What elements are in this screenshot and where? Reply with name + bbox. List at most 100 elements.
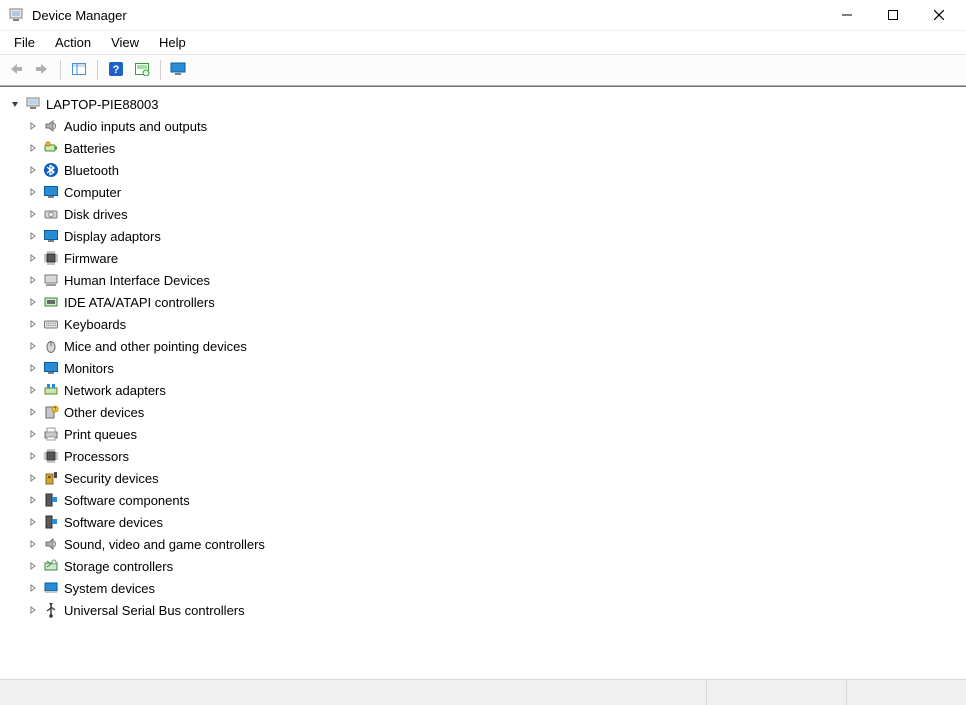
toolbar-scan-button[interactable] bbox=[130, 58, 154, 82]
tree-root-node[interactable]: LAPTOP-PIE88003 bbox=[4, 93, 962, 115]
monitor-icon bbox=[42, 183, 60, 201]
chevron-down-icon[interactable] bbox=[8, 97, 22, 111]
processor-icon bbox=[42, 447, 60, 465]
tree-node[interactable]: Batteries bbox=[26, 137, 962, 159]
tree-node-label: Human Interface Devices bbox=[64, 273, 210, 288]
chevron-right-icon[interactable] bbox=[26, 581, 40, 595]
tree-node[interactable]: Display adaptors bbox=[26, 225, 962, 247]
tree-node[interactable]: Software devices bbox=[26, 511, 962, 533]
toolbar: ? bbox=[0, 54, 966, 86]
tree-node[interactable]: Universal Serial Bus controllers bbox=[26, 599, 962, 621]
status-bar bbox=[0, 679, 966, 705]
tree-node[interactable]: ? Other devices bbox=[26, 401, 962, 423]
chevron-right-icon[interactable] bbox=[26, 251, 40, 265]
tree-node[interactable]: Mice and other pointing devices bbox=[26, 335, 962, 357]
tree-node-label: Network adapters bbox=[64, 383, 166, 398]
tree-node-label: Keyboards bbox=[64, 317, 126, 332]
tree-root-label: LAPTOP-PIE88003 bbox=[46, 97, 159, 112]
chevron-right-icon[interactable] bbox=[26, 273, 40, 287]
tree-node-label: Audio inputs and outputs bbox=[64, 119, 207, 134]
disk-icon bbox=[42, 205, 60, 223]
tree-node[interactable]: Bluetooth bbox=[26, 159, 962, 181]
ide-icon bbox=[42, 293, 60, 311]
chevron-right-icon[interactable] bbox=[26, 537, 40, 551]
toolbar-separator bbox=[160, 60, 161, 80]
tree-node[interactable]: Storage controllers bbox=[26, 555, 962, 577]
printer-icon bbox=[42, 425, 60, 443]
chevron-right-icon[interactable] bbox=[26, 229, 40, 243]
monitor-icon bbox=[170, 62, 188, 79]
chevron-right-icon[interactable] bbox=[26, 185, 40, 199]
menu-action[interactable]: Action bbox=[45, 33, 101, 52]
tree-node[interactable]: Processors bbox=[26, 445, 962, 467]
tree-node[interactable]: System devices bbox=[26, 577, 962, 599]
chevron-right-icon[interactable] bbox=[26, 163, 40, 177]
tree-node-label: Mice and other pointing devices bbox=[64, 339, 247, 354]
toolbar-show-hide-button[interactable] bbox=[67, 58, 91, 82]
scan-hardware-icon bbox=[134, 62, 150, 79]
tree-node-label: Firmware bbox=[64, 251, 118, 266]
chevron-right-icon[interactable] bbox=[26, 317, 40, 331]
tree-node-label: Print queues bbox=[64, 427, 137, 442]
svg-text:?: ? bbox=[54, 407, 57, 413]
device-tree[interactable]: LAPTOP-PIE88003 Audio inputs and outputs B… bbox=[0, 86, 966, 679]
tree-node[interactable]: Security devices bbox=[26, 467, 962, 489]
tree-node[interactable]: Disk drives bbox=[26, 203, 962, 225]
minimize-button[interactable] bbox=[824, 0, 870, 30]
chevron-right-icon[interactable] bbox=[26, 493, 40, 507]
tree-node[interactable]: Computer bbox=[26, 181, 962, 203]
monitor-icon bbox=[42, 359, 60, 377]
keyboard-icon bbox=[42, 315, 60, 333]
toolbar-monitor-button[interactable] bbox=[167, 58, 191, 82]
tree-node[interactable]: Sound, video and game controllers bbox=[26, 533, 962, 555]
tree-node[interactable]: Audio inputs and outputs bbox=[26, 115, 962, 137]
tree-node-label: Monitors bbox=[64, 361, 114, 376]
tree-node[interactable]: Print queues bbox=[26, 423, 962, 445]
chevron-right-icon[interactable] bbox=[26, 119, 40, 133]
other-devices-icon: ? bbox=[42, 403, 60, 421]
chevron-right-icon[interactable] bbox=[26, 515, 40, 529]
battery-icon bbox=[42, 139, 60, 157]
tree-node-label: Disk drives bbox=[64, 207, 128, 222]
chevron-right-icon[interactable] bbox=[26, 141, 40, 155]
maximize-button[interactable] bbox=[870, 0, 916, 30]
chevron-right-icon[interactable] bbox=[26, 383, 40, 397]
tree-node[interactable]: Keyboards bbox=[26, 313, 962, 335]
mouse-icon bbox=[42, 337, 60, 355]
menu-file[interactable]: File bbox=[4, 33, 45, 52]
chevron-right-icon[interactable] bbox=[26, 471, 40, 485]
menu-view[interactable]: View bbox=[101, 33, 149, 52]
tree-node[interactable]: Human Interface Devices bbox=[26, 269, 962, 291]
tree-node-label: Sound, video and game controllers bbox=[64, 537, 265, 552]
app-icon bbox=[8, 7, 24, 23]
tree-node[interactable]: Firmware bbox=[26, 247, 962, 269]
tree-node-label: Security devices bbox=[64, 471, 159, 486]
tree-node[interactable]: Monitors bbox=[26, 357, 962, 379]
chevron-right-icon[interactable] bbox=[26, 295, 40, 309]
chevron-right-icon[interactable] bbox=[26, 427, 40, 441]
chevron-right-icon[interactable] bbox=[26, 559, 40, 573]
chevron-right-icon[interactable] bbox=[26, 603, 40, 617]
toolbar-forward-button[interactable] bbox=[30, 58, 54, 82]
toolbar-help-button[interactable]: ? bbox=[104, 58, 128, 82]
tree-node[interactable]: Software components bbox=[26, 489, 962, 511]
toolbar-back-button[interactable] bbox=[4, 58, 28, 82]
tree-node-label: IDE ATA/ATAPI controllers bbox=[64, 295, 215, 310]
menu-help[interactable]: Help bbox=[149, 33, 196, 52]
chevron-right-icon[interactable] bbox=[26, 361, 40, 375]
close-button[interactable] bbox=[916, 0, 962, 30]
window-title: Device Manager bbox=[32, 8, 127, 23]
help-icon: ? bbox=[108, 61, 124, 80]
tree-node-label: Other devices bbox=[64, 405, 144, 420]
storage-icon bbox=[42, 557, 60, 575]
chevron-right-icon[interactable] bbox=[26, 207, 40, 221]
tree-node-label: Bluetooth bbox=[64, 163, 119, 178]
computer-icon bbox=[24, 95, 42, 113]
chevron-right-icon[interactable] bbox=[26, 405, 40, 419]
chevron-right-icon[interactable] bbox=[26, 339, 40, 353]
tree-node[interactable]: IDE ATA/ATAPI controllers bbox=[26, 291, 962, 313]
tree-node-label: Software devices bbox=[64, 515, 163, 530]
chevron-right-icon[interactable] bbox=[26, 449, 40, 463]
tree-node[interactable]: Network adapters bbox=[26, 379, 962, 401]
tree-node-label: Display adaptors bbox=[64, 229, 161, 244]
